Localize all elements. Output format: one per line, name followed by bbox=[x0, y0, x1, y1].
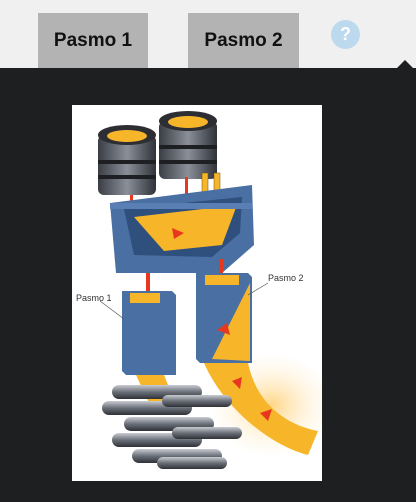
label-pasmo-1: Pasmo 1 bbox=[76, 293, 112, 303]
tab-pasmo-2[interactable]: Pasmo 2 bbox=[188, 13, 299, 68]
casting-diagram: Pasmo 1 Pasmo 2 bbox=[76, 111, 322, 469]
help-button[interactable]: ? bbox=[331, 20, 360, 49]
roll-stand bbox=[102, 385, 242, 469]
tab-pasmo-1-label: Pasmo 1 bbox=[53, 29, 133, 51]
help-icon: ? bbox=[340, 24, 351, 44]
top-bar: Pasmo 1 Pasmo 2 ? bbox=[0, 0, 416, 68]
label-leader-1 bbox=[99, 300, 125, 320]
ladle-right bbox=[159, 111, 217, 179]
ladle-left bbox=[98, 125, 156, 195]
mold-strand-2 bbox=[196, 273, 252, 363]
mold-strand-1 bbox=[122, 291, 176, 375]
tab-pasmo-1[interactable]: Pasmo 1 bbox=[38, 13, 148, 68]
tab-pasmo-2-label: Pasmo 2 bbox=[204, 29, 283, 51]
continuous-casting-illustration: Pasmo 1 Pasmo 2 bbox=[72, 105, 322, 481]
label-pasmo-2: Pasmo 2 bbox=[268, 273, 304, 283]
